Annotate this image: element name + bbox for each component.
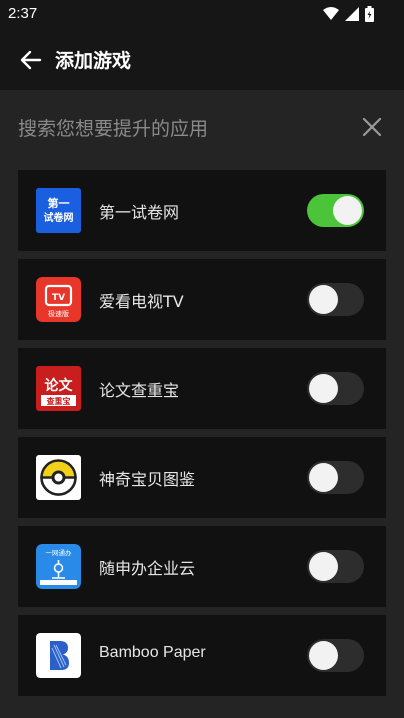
back-arrow-icon[interactable] xyxy=(18,47,44,73)
app-name: 神奇宝贝图鉴 xyxy=(99,470,196,489)
svg-text:TV: TV xyxy=(52,293,65,303)
page-title: 添加游戏 xyxy=(55,50,132,72)
toggle-knob xyxy=(309,285,338,314)
list-item: 神奇宝贝图鉴 xyxy=(18,437,386,518)
list-item: TV 极速版 爱看电视TV xyxy=(18,259,386,340)
list-item: Bamboo Paper xyxy=(18,615,386,696)
list-item: 一网通办 随申办企业云 xyxy=(18,526,386,607)
pokeball-icon xyxy=(36,455,81,500)
app-toggle[interactable] xyxy=(307,194,364,227)
toggle-knob xyxy=(309,641,338,670)
status-bar: 2:37 xyxy=(0,0,404,30)
svg-text:第一: 第一 xyxy=(48,196,70,210)
battery-icon xyxy=(365,6,374,22)
svg-text:试卷网: 试卷网 xyxy=(44,211,74,224)
svg-text:一网通办: 一网通办 xyxy=(46,548,73,557)
app-name: 随申办企业云 xyxy=(99,559,196,578)
svg-text:论文: 论文 xyxy=(45,377,74,394)
toggle-knob xyxy=(309,374,338,403)
wifi-icon xyxy=(323,7,339,20)
signal-icon xyxy=(345,7,359,21)
app-toggle[interactable] xyxy=(307,639,364,672)
app-toggle[interactable] xyxy=(307,283,364,316)
lunwen-chachong-icon: 论文 查重宝 xyxy=(36,366,81,411)
search-field[interactable]: 搜索您想要提升的应用 xyxy=(0,90,404,164)
app-toggle[interactable] xyxy=(307,550,364,583)
svg-text:查重宝: 查重宝 xyxy=(47,396,71,406)
search-placeholder: 搜索您想要提升的应用 xyxy=(18,118,209,140)
toggle-knob xyxy=(333,196,362,225)
app-name: 第一试卷网 xyxy=(99,203,180,222)
app-name: 论文查重宝 xyxy=(99,381,180,400)
suishenban-icon: 一网通办 xyxy=(36,544,81,589)
aikan-tv-icon: TV 极速版 xyxy=(36,277,81,322)
bamboo-paper-icon xyxy=(36,633,81,678)
app-name: Bamboo Paper xyxy=(99,644,206,661)
svg-text:极速版: 极速版 xyxy=(48,309,69,318)
status-icons xyxy=(323,6,374,22)
toggle-knob xyxy=(309,463,338,492)
status-time: 2:37 xyxy=(8,5,38,22)
list-item: 第一 试卷网 第一试卷网 xyxy=(18,170,386,251)
diyi-shijuan-icon: 第一 试卷网 xyxy=(36,188,81,233)
toggle-knob xyxy=(309,552,338,581)
list-item: 论文 查重宝 论文查重宝 xyxy=(18,348,386,429)
app-bar: 添加游戏 xyxy=(0,30,404,90)
app-toggle[interactable] xyxy=(307,461,364,494)
app-toggle[interactable] xyxy=(307,372,364,405)
close-icon[interactable] xyxy=(361,116,383,138)
app-name: 爱看电视TV xyxy=(99,292,184,311)
